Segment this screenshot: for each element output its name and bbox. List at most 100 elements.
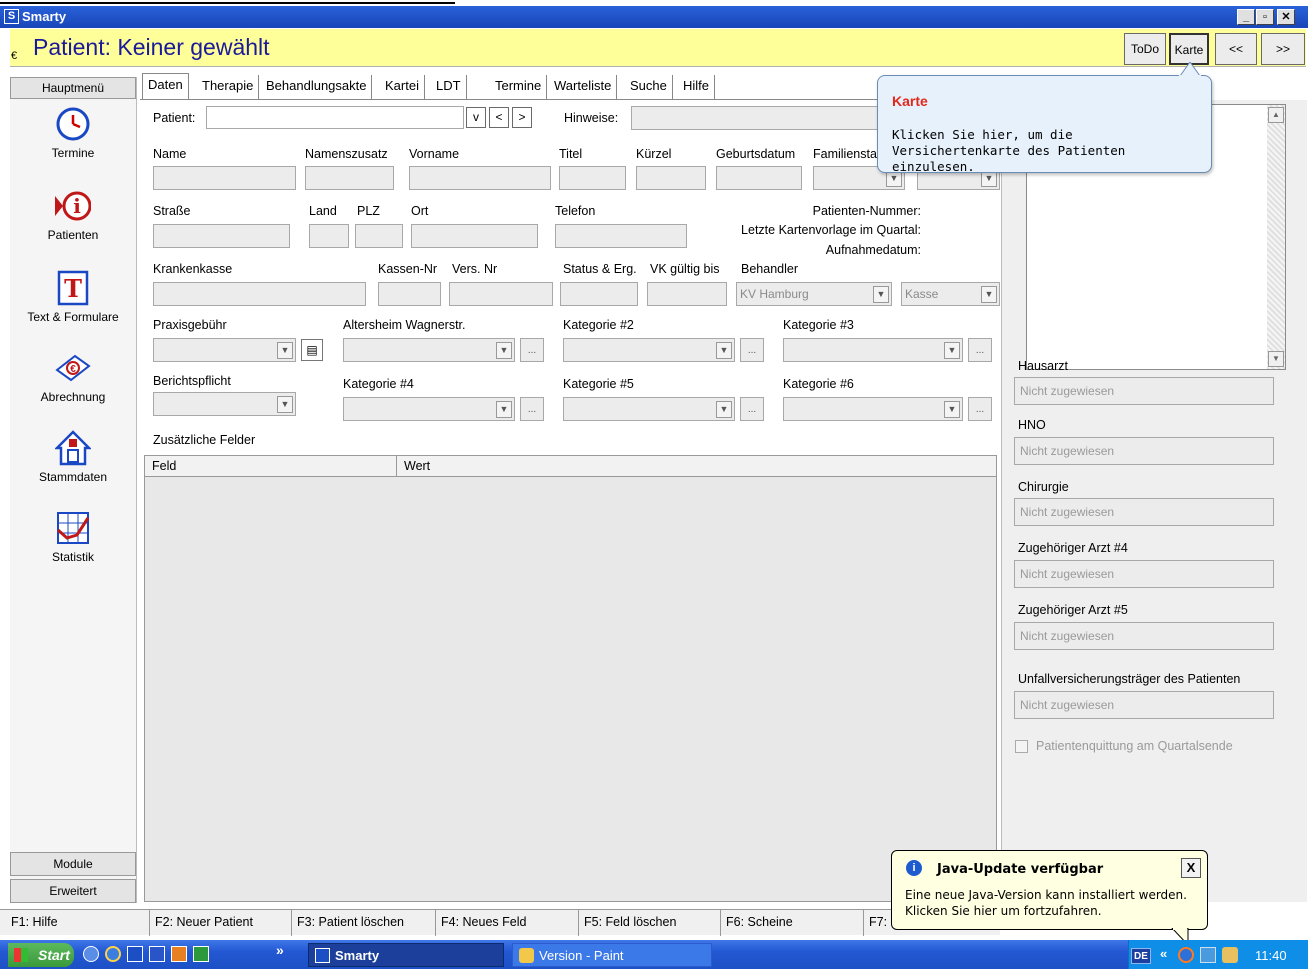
kategorie2-more-button[interactable]: ... bbox=[740, 338, 764, 362]
grid-body[interactable] bbox=[144, 476, 997, 902]
sidebar-item-termine[interactable]: Termine bbox=[10, 106, 136, 160]
kasse-select[interactable]: Kasse ▼ bbox=[901, 282, 1000, 306]
task-paint[interactable]: Version - Paint bbox=[512, 943, 712, 967]
kassen-nr-field[interactable] bbox=[378, 282, 441, 306]
chevron-down-icon[interactable]: ▼ bbox=[1268, 351, 1284, 367]
kuerzel-field[interactable] bbox=[636, 166, 706, 190]
chevron-down-icon[interactable]: ▼ bbox=[944, 401, 960, 418]
kategorie3-more-button[interactable]: ... bbox=[968, 338, 992, 362]
minimize-icon[interactable]: _ bbox=[1237, 9, 1255, 25]
chevron-down-icon[interactable]: ▼ bbox=[716, 342, 732, 359]
main-menu-header[interactable]: Hauptmenü bbox=[10, 77, 136, 99]
quicklaunch-chevron[interactable]: » bbox=[276, 942, 284, 958]
quittung-checkbox[interactable] bbox=[1015, 740, 1028, 753]
altersheim-select[interactable]: ▼ bbox=[343, 338, 515, 362]
extended-button[interactable]: Erweitert bbox=[10, 879, 136, 903]
chevron-down-icon[interactable]: ▼ bbox=[496, 401, 512, 418]
land-field[interactable] bbox=[309, 224, 349, 248]
java-tray-icon[interactable] bbox=[1178, 947, 1194, 963]
altersheim-more-button[interactable]: ... bbox=[520, 338, 544, 362]
task-smarty[interactable]: Smarty bbox=[308, 943, 504, 967]
status-field[interactable] bbox=[560, 282, 638, 306]
tab-suche[interactable]: Suche bbox=[625, 75, 673, 99]
word-icon[interactable] bbox=[149, 946, 165, 962]
todo-button[interactable]: ToDo bbox=[1124, 33, 1166, 65]
chevron-down-icon[interactable]: ▼ bbox=[496, 342, 512, 359]
kategorie6-more-button[interactable]: ... bbox=[968, 397, 992, 421]
name-field[interactable] bbox=[153, 166, 296, 190]
quicklaunch-app-icon[interactable] bbox=[83, 946, 99, 962]
vorname-field[interactable] bbox=[409, 166, 551, 190]
kategorie3-select[interactable]: ▼ bbox=[783, 338, 963, 362]
arzt4-field[interactable]: Nicht zugewiesen bbox=[1014, 560, 1274, 588]
fkey-neuer-patient[interactable]: F2: Neuer Patient bbox=[150, 910, 292, 936]
tab-warteliste[interactable]: Warteliste bbox=[549, 75, 618, 99]
modules-button[interactable]: Module bbox=[10, 852, 136, 876]
unfall-field[interactable]: Nicht zugewiesen bbox=[1014, 691, 1274, 719]
chevron-down-icon[interactable]: ▼ bbox=[716, 401, 732, 418]
arzt5-field[interactable]: Nicht zugewiesen bbox=[1014, 622, 1274, 650]
next-button[interactable]: >> bbox=[1261, 33, 1305, 65]
sidebar-item-abrechnung[interactable]: € Abrechnung bbox=[10, 350, 136, 404]
chirurgie-field[interactable]: Nicht zugewiesen bbox=[1014, 498, 1274, 526]
close-icon[interactable]: X bbox=[1181, 858, 1201, 878]
sidebar-item-text-formulare[interactable]: T Text & Formulare bbox=[10, 270, 136, 324]
fkey-patient-loeschen[interactable]: F3: Patient löschen bbox=[292, 910, 436, 936]
namenszusatz-field[interactable] bbox=[305, 166, 394, 190]
titel-field[interactable] bbox=[559, 166, 626, 190]
chevron-down-icon[interactable]: ▼ bbox=[944, 342, 960, 359]
patient-dropdown-button[interactable]: v bbox=[466, 107, 486, 128]
grid-col-wert[interactable]: Wert bbox=[404, 459, 430, 473]
ort-field[interactable] bbox=[411, 224, 538, 248]
tab-hilfe[interactable]: Hilfe bbox=[678, 75, 716, 99]
tab-therapie[interactable]: Therapie bbox=[197, 75, 260, 99]
strasse-field[interactable] bbox=[153, 224, 290, 248]
tab-kartei[interactable]: Kartei bbox=[380, 75, 425, 99]
chevron-down-icon[interactable]: ▼ bbox=[277, 396, 293, 413]
chevron-down-icon[interactable]: ▼ bbox=[873, 286, 889, 303]
fkey-hilfe[interactable]: F1: Hilfe bbox=[6, 910, 150, 936]
tray-app-icon[interactable] bbox=[1222, 947, 1238, 963]
internet-explorer-icon[interactable] bbox=[105, 946, 121, 962]
sidebar-item-stammdaten[interactable]: Stammdaten bbox=[10, 430, 136, 484]
patient-next-button[interactable]: > bbox=[512, 107, 532, 128]
language-indicator[interactable]: DE bbox=[1131, 948, 1151, 964]
tab-termine[interactable]: Termine bbox=[490, 75, 548, 99]
krankenkasse-field[interactable] bbox=[153, 282, 366, 306]
network-icon[interactable] bbox=[1200, 947, 1216, 963]
excel-icon[interactable] bbox=[193, 946, 209, 962]
kategorie5-select[interactable]: ▼ bbox=[563, 397, 735, 421]
restore-icon[interactable]: ▫ bbox=[1256, 9, 1274, 25]
geburtsdatum-field[interactable] bbox=[716, 166, 802, 190]
fkey-scheine[interactable]: F6: Scheine bbox=[721, 910, 864, 936]
hinweise-field[interactable] bbox=[631, 106, 881, 130]
patient-prev-button[interactable]: < bbox=[489, 107, 509, 128]
vk-gueltig-field[interactable] bbox=[647, 282, 727, 306]
behandler-select[interactable]: KV Hamburg ▼ bbox=[736, 282, 892, 306]
patient-input[interactable] bbox=[206, 106, 464, 129]
prev-button[interactable]: << bbox=[1215, 33, 1257, 65]
vers-nr-field[interactable] bbox=[449, 282, 553, 306]
chevron-down-icon[interactable]: ▼ bbox=[981, 286, 997, 303]
sidebar-item-patienten[interactable]: i Patienten bbox=[10, 188, 136, 242]
kategorie2-select[interactable]: ▼ bbox=[563, 338, 735, 362]
chevron-down-icon[interactable]: ▼ bbox=[277, 342, 293, 359]
praxisgebuehr-select[interactable]: ▼ bbox=[153, 338, 296, 362]
plz-field[interactable] bbox=[355, 224, 403, 248]
fkey-feld-loeschen[interactable]: F5: Feld löschen bbox=[579, 910, 721, 936]
tab-daten[interactable]: Daten bbox=[142, 73, 189, 99]
tab-ldt[interactable]: LDT bbox=[431, 75, 467, 99]
berichtspflicht-select[interactable]: ▼ bbox=[153, 392, 296, 416]
chevron-up-icon[interactable]: ▲ bbox=[1268, 107, 1284, 123]
fkey-neues-feld[interactable]: F4: Neues Feld bbox=[436, 910, 579, 936]
notes-scrollbar[interactable] bbox=[1267, 105, 1285, 369]
kategorie6-select[interactable]: ▼ bbox=[783, 397, 963, 421]
receipt-icon[interactable]: ▤ bbox=[301, 339, 323, 361]
smarty-quicklaunch-icon[interactable] bbox=[127, 946, 143, 962]
kategorie5-more-button[interactable]: ... bbox=[740, 397, 764, 421]
window-titlebar[interactable]: S Smarty _ ▫ ✕ bbox=[0, 6, 1308, 28]
sidebar-item-statistik[interactable]: Statistik bbox=[10, 510, 136, 564]
outlook-icon[interactable] bbox=[171, 946, 187, 962]
karte-button[interactable]: Karte bbox=[1169, 33, 1209, 65]
kategorie4-select[interactable]: ▼ bbox=[343, 397, 515, 421]
